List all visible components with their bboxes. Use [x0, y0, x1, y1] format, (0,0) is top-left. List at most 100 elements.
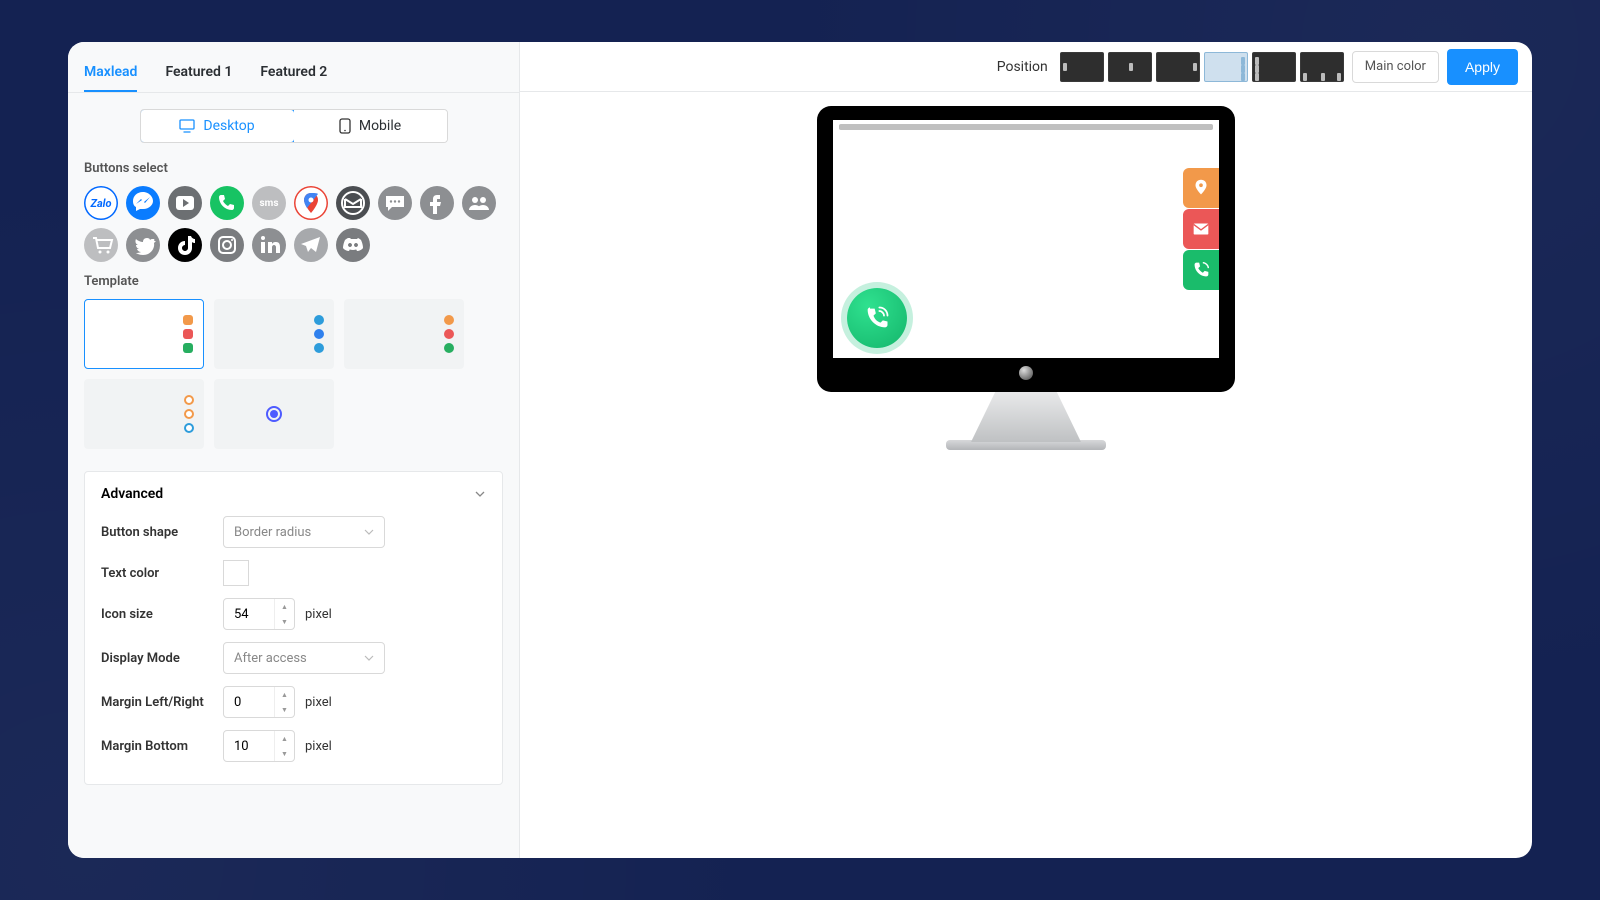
- spinner[interactable]: ▲▼: [274, 687, 294, 717]
- channel-email-icon[interactable]: [336, 186, 370, 220]
- position-middle-right[interactable]: [1204, 52, 1248, 82]
- tab-featured-2[interactable]: Featured 2: [260, 64, 327, 92]
- float-phone-button[interactable]: [1183, 250, 1219, 290]
- position-label: Position: [997, 59, 1048, 75]
- input-margin-lr-value: 0: [234, 695, 241, 710]
- spinner[interactable]: ▲▼: [274, 731, 294, 761]
- main-color-button[interactable]: Main color: [1352, 51, 1439, 83]
- imac-preview: [817, 106, 1235, 450]
- channel-zalo-icon[interactable]: Zalo: [84, 186, 118, 220]
- template-1[interactable]: [84, 299, 204, 369]
- channel-cart-icon[interactable]: [84, 228, 118, 262]
- unit-pixel: pixel: [305, 607, 332, 622]
- position-bottom-left[interactable]: [1060, 52, 1104, 82]
- channel-telegram-icon[interactable]: [294, 228, 328, 262]
- label-text-color: Text color: [101, 566, 223, 581]
- imac-screen: [817, 106, 1235, 392]
- float-location-button[interactable]: [1183, 168, 1219, 208]
- label-icon-size: Icon size: [101, 607, 223, 622]
- advanced-panel: Advanced Button shape Border radius Text…: [84, 471, 503, 785]
- position-bottom-center[interactable]: [1108, 52, 1152, 82]
- chevron-down-icon: [364, 527, 374, 537]
- chevron-down-icon: [364, 653, 374, 663]
- channel-icons: Zalo sms: [84, 186, 503, 262]
- call-bubble[interactable]: [847, 288, 907, 348]
- label-display-mode: Display Mode: [101, 651, 223, 666]
- channel-group-icon[interactable]: [462, 186, 496, 220]
- input-margin-bottom-value: 10: [234, 739, 249, 754]
- phone-icon: [863, 304, 891, 332]
- advanced-title: Advanced: [101, 486, 163, 502]
- row-icon-size: Icon size 54 ▲▼ pixel: [101, 598, 486, 630]
- imac-stand: [971, 392, 1081, 442]
- select-button-shape[interactable]: Border radius: [223, 516, 385, 548]
- device-desktop-label: Desktop: [203, 118, 254, 134]
- select-display-mode-value: After access: [234, 651, 307, 666]
- template-4[interactable]: [84, 379, 204, 449]
- position-bottom-right[interactable]: [1156, 52, 1200, 82]
- channel-instagram-icon[interactable]: [210, 228, 244, 262]
- imac-viewport: [833, 120, 1219, 358]
- input-icon-size[interactable]: 54 ▲▼: [223, 598, 295, 630]
- float-mail-button[interactable]: [1183, 209, 1219, 249]
- desktop-icon: [179, 119, 195, 133]
- template-3[interactable]: [344, 299, 464, 369]
- chevron-down-icon: [474, 488, 486, 500]
- input-margin-lr[interactable]: 0 ▲▼: [223, 686, 295, 718]
- row-display-mode: Display Mode After access: [101, 642, 486, 674]
- device-switch: Desktop Mobile: [140, 109, 448, 143]
- unit-pixel: pixel: [305, 739, 332, 754]
- spinner[interactable]: ▲▼: [274, 599, 294, 629]
- channel-maps-icon[interactable]: [294, 186, 328, 220]
- label-margin-lr: Margin Left/Right: [101, 695, 223, 710]
- label-button-shape: Button shape: [101, 525, 223, 540]
- device-desktop[interactable]: Desktop: [140, 109, 295, 143]
- tab-bar: Maxlead Featured 1 Featured 2: [68, 64, 519, 93]
- template-5[interactable]: [214, 379, 334, 449]
- svg-text:sms: sms: [260, 198, 279, 209]
- select-button-shape-value: Border radius: [234, 525, 311, 540]
- device-mobile[interactable]: Mobile: [294, 110, 447, 142]
- apply-button[interactable]: Apply: [1447, 49, 1518, 85]
- tab-featured-1[interactable]: Featured 1: [165, 64, 232, 92]
- app-window: Maxlead Featured 1 Featured 2 Desktop Mo…: [68, 42, 1532, 858]
- main-color-label: Main color: [1365, 59, 1426, 74]
- tab-maxlead[interactable]: Maxlead: [84, 64, 137, 92]
- input-icon-size-value: 54: [234, 607, 249, 622]
- channel-phone-icon[interactable]: [210, 186, 244, 220]
- row-margin-lr: Margin Left/Right 0 ▲▼ pixel: [101, 686, 486, 718]
- floating-buttons-stack: [1183, 168, 1219, 291]
- sidebar: Maxlead Featured 1 Featured 2 Desktop Mo…: [68, 42, 520, 858]
- channel-discord-icon[interactable]: [336, 228, 370, 262]
- channel-linkedin-icon[interactable]: [252, 228, 286, 262]
- advanced-header[interactable]: Advanced: [101, 486, 486, 502]
- channel-chat-icon[interactable]: [378, 186, 412, 220]
- channel-tiktok-icon[interactable]: [168, 228, 202, 262]
- position-buttons: [1060, 52, 1344, 82]
- swatch-text-color[interactable]: [223, 560, 249, 586]
- device-mobile-label: Mobile: [359, 118, 401, 134]
- mobile-icon: [339, 118, 351, 134]
- channel-messenger-icon[interactable]: [126, 186, 160, 220]
- channel-facebook-icon[interactable]: [420, 186, 454, 220]
- channel-youtube-icon[interactable]: [168, 186, 202, 220]
- topbar: Position Main color Apply: [520, 42, 1532, 92]
- main-area: Position Main color Apply: [520, 42, 1532, 858]
- position-spread[interactable]: [1300, 52, 1344, 82]
- channel-sms-icon[interactable]: sms: [252, 186, 286, 220]
- preview-area: [520, 92, 1532, 858]
- channel-twitter-icon[interactable]: [126, 228, 160, 262]
- templates-grid: [84, 299, 503, 449]
- browser-urlbar: [839, 124, 1213, 130]
- row-margin-bottom: Margin Bottom 10 ▲▼ pixel: [101, 730, 486, 762]
- template-label: Template: [84, 274, 503, 289]
- select-display-mode[interactable]: After access: [223, 642, 385, 674]
- unit-pixel: pixel: [305, 695, 332, 710]
- buttons-select-label: Buttons select: [84, 161, 503, 176]
- template-2[interactable]: [214, 299, 334, 369]
- input-margin-bottom[interactable]: 10 ▲▼: [223, 730, 295, 762]
- row-button-shape: Button shape Border radius: [101, 516, 486, 548]
- position-middle-left[interactable]: [1252, 52, 1296, 82]
- svg-text:Zalo: Zalo: [89, 197, 111, 210]
- row-text-color: Text color: [101, 560, 486, 586]
